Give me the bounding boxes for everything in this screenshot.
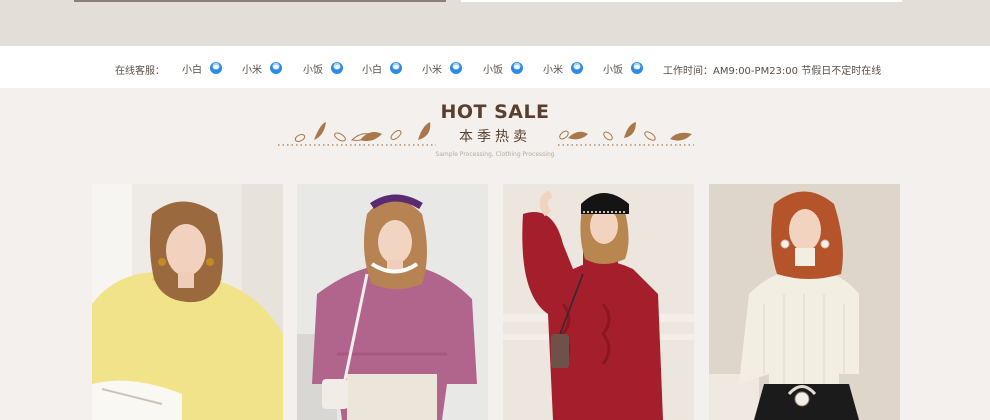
- photo-pink-sweater: [297, 184, 488, 420]
- qq-chat-icon[interactable]: [571, 62, 583, 74]
- section-title: HOT SALE: [440, 101, 550, 123]
- photo-red-turtleneck: [503, 184, 694, 420]
- qq-chat-icon[interactable]: [631, 62, 643, 74]
- section-subtitle: 本季热卖: [459, 129, 531, 145]
- top-banner: [0, 0, 990, 46]
- agent-name: 小米: [242, 64, 262, 76]
- qq-chat-icon[interactable]: [331, 62, 343, 74]
- agent-name: 小白: [362, 64, 382, 76]
- product-card-yellow-sweater[interactable]: [92, 184, 283, 420]
- product-card-pink-sweater[interactable]: [297, 184, 488, 420]
- banner-divider-right: [461, 0, 902, 2]
- service-agent[interactable]: 小米: [543, 61, 583, 76]
- agent-name: 小白: [182, 64, 202, 76]
- service-agent[interactable]: 小米: [422, 61, 462, 76]
- service-agent[interactable]: 小饭: [303, 61, 343, 76]
- agent-name: 小米: [543, 64, 563, 76]
- service-agent[interactable]: 小饭: [603, 61, 643, 76]
- agent-name: 小饭: [603, 64, 623, 76]
- product-card-red-turtleneck[interactable]: [503, 184, 694, 420]
- banner-divider-left: [74, 0, 446, 2]
- qq-chat-icon[interactable]: [270, 62, 282, 74]
- service-agent[interactable]: 小饭: [483, 61, 523, 76]
- qq-chat-icon[interactable]: [511, 62, 523, 74]
- section-subtitle-en: Sample Processing, Clothing Processing: [435, 151, 555, 158]
- qq-chat-icon[interactable]: [210, 62, 222, 74]
- leaf-decoration-left: [278, 122, 436, 146]
- service-agent[interactable]: 小米: [242, 61, 282, 76]
- agent-name: 小米: [422, 64, 442, 76]
- service-agent[interactable]: 小白: [362, 61, 402, 76]
- service-label: 在线客服：: [115, 66, 165, 77]
- photo-yellow-sweater: [92, 184, 283, 420]
- agent-name: 小饭: [303, 64, 323, 76]
- photo-cream-top: [709, 184, 900, 420]
- qq-chat-icon[interactable]: [450, 62, 462, 74]
- service-agent[interactable]: 小白: [182, 61, 222, 76]
- qq-chat-icon[interactable]: [390, 62, 402, 74]
- product-card-cream-top[interactable]: [709, 184, 900, 420]
- working-hours: 工作时间：AM9:00-PM23:00 节假日不定时在线: [663, 66, 882, 77]
- leaf-decoration-right: [558, 122, 694, 146]
- agent-name: 小饭: [483, 64, 503, 76]
- customer-service-bar: 在线客服： 小白 小米 小饭 小白 小米 小饭 小米 小饭 工作时间：AM9:0…: [0, 46, 990, 88]
